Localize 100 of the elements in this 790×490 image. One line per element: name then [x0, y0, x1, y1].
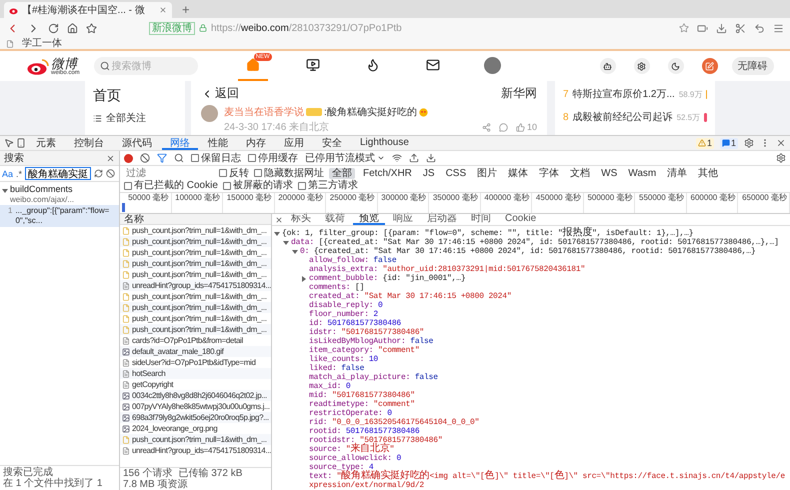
type-filter[interactable]: 字体	[536, 168, 562, 178]
match-case-toggle[interactable]: Aa	[2, 168, 14, 178]
request-name[interactable]: cards?id=O7pPo1Ptb&from=detail	[132, 336, 243, 346]
request-name[interactable]: push_count.json?trim_null=1&with_dm_...	[132, 248, 267, 258]
type-filter[interactable]: JS	[420, 168, 438, 178]
settings-button[interactable]	[634, 58, 650, 74]
bookmark-link[interactable]: 学工一体	[22, 38, 62, 49]
devtools-tab[interactable]: Lighthouse	[352, 136, 417, 150]
refresh-icon[interactable]	[94, 169, 104, 178]
checkbox[interactable]: 反转	[219, 168, 249, 178]
settings-icon[interactable]	[744, 138, 754, 148]
caret-icon[interactable]	[292, 249, 298, 255]
throttling-dropdown[interactable]: 已停用节流模式	[305, 151, 385, 165]
file-icon	[122, 248, 130, 256]
new-tab-button[interactable]: +	[178, 2, 194, 18]
type-filter[interactable]: 清单	[664, 168, 690, 178]
regex-toggle[interactable]: .*	[16, 168, 22, 178]
caret-icon[interactable]	[283, 240, 289, 246]
checkbox[interactable]: 隐藏数据网址	[254, 168, 324, 178]
json-line[interactable]: comment_bubble: {id: "jin_0001",…}	[309, 274, 466, 283]
caret-icon[interactable]	[301, 276, 307, 282]
record-icon[interactable]	[124, 154, 133, 162]
caret-icon[interactable]	[274, 231, 280, 237]
json-line[interactable]: data: [{created_at: "Sat Mar 30 17:46:15 +0800 2024", id: 5017681577380486, rootid: 5017681577380486,…},…]	[291, 238, 779, 247]
devtools-tab[interactable]: 安全	[314, 136, 350, 150]
menu-icon[interactable]	[773, 22, 784, 34]
search-field[interactable]: 酸角糕确实挺	[25, 167, 92, 180]
request-name[interactable]: getCopyright	[132, 380, 174, 390]
search-result-file[interactable]: buildComments	[10, 184, 73, 195]
compose-button[interactable]	[702, 58, 718, 74]
json-line[interactable]: 0: {created_at: "Sat Mar 30 17:46:15 +0800 2024", id: 5017681577380486, rootid: 5017681577380486,…}	[300, 247, 756, 256]
devtools-tab[interactable]: 性能	[200, 136, 236, 150]
clear-icon[interactable]	[140, 153, 150, 163]
filter-icon[interactable]	[157, 153, 167, 163]
checkbox[interactable]: 保留日志	[191, 152, 241, 164]
bot-button[interactable]	[600, 58, 616, 74]
type-filter[interactable]: Wasm	[625, 168, 660, 178]
download-icon[interactable]	[716, 22, 727, 34]
type-filter[interactable]: 媒体	[505, 168, 532, 178]
settings-icon[interactable]	[776, 153, 786, 163]
comment-icon[interactable]	[498, 122, 508, 132]
download-icon[interactable]	[426, 153, 436, 163]
pointer-icon[interactable]	[4, 138, 14, 148]
close-icon[interactable]	[159, 6, 167, 14]
search-icon[interactable]	[174, 153, 184, 163]
clear-icon[interactable]	[106, 169, 116, 178]
checkbox[interactable]: 停用缓存	[248, 152, 298, 164]
request-name[interactable]: push_count.json?trim_null=1&with_dm_...	[132, 270, 267, 280]
type-filter[interactable]: 其他	[695, 168, 722, 178]
close-icon[interactable]	[776, 138, 786, 148]
reload-icon[interactable]	[48, 22, 59, 34]
type-filter[interactable]: Fetch/XHR	[360, 168, 415, 178]
sidebar-item[interactable]: 全部关注	[106, 111, 146, 125]
devtools-tab[interactable]: 控制台	[66, 136, 112, 150]
type-filter[interactable]: CSS	[442, 168, 470, 178]
caret-icon[interactable]	[2, 188, 8, 194]
close-icon[interactable]	[275, 216, 283, 224]
back-link[interactable]: 返回	[215, 85, 239, 102]
search-field[interactable]: 搜索微博	[94, 57, 198, 75]
scissors-icon[interactable]	[735, 22, 746, 34]
battery-icon[interactable]	[697, 22, 708, 34]
search-icon[interactable]	[100, 61, 110, 71]
browser-tab[interactable]: 【#桂海潮谈在中国空... - 微	[4, 2, 172, 18]
accessibility-button[interactable]: 无障碍	[732, 57, 774, 75]
star-icon[interactable]	[86, 22, 97, 34]
request-name[interactable]: unreadHint?group_ids=47541751809314...	[132, 446, 271, 456]
checkbox[interactable]: 有已拦截的 Cookie	[124, 180, 218, 191]
checkbox[interactable]: 第三方请求	[298, 180, 358, 191]
star-icon[interactable]	[679, 23, 689, 33]
request-name[interactable]: push_count.json?trim_null=1&with_dm_...	[132, 226, 267, 236]
wifi-icon[interactable]	[392, 153, 402, 163]
close-icon[interactable]	[106, 154, 115, 162]
request-name[interactable]: push_count.json?trim_null=1&with_dm_...	[132, 292, 267, 302]
devtools-tab[interactable]: 内存	[238, 136, 274, 150]
devtools-tab[interactable]: 源代码	[114, 136, 160, 150]
devtools-tab[interactable]: 应用	[276, 136, 312, 150]
type-filter[interactable]: 文档	[567, 168, 594, 178]
devtools-tab[interactable]: 元素	[28, 136, 64, 150]
json-line[interactable]: {ok: 1, filter_group: [{param: "flow=0", scheme: "", title: "报热度", isDefault: 1},…],…}	[282, 229, 694, 238]
type-filter[interactable]: 全部	[329, 168, 355, 178]
hot-search-item[interactable]: 8 成毅被前经纪公司起诉 52.5万	[563, 110, 700, 124]
warning-counter[interactable]: 1	[696, 138, 714, 148]
url-text[interactable]: https://weibo.com/2810373291/O7pPo1Ptb	[211, 22, 402, 34]
request-name[interactable]: 2024_loveorange_org.png	[132, 424, 218, 434]
message-counter[interactable]: 1	[720, 138, 738, 148]
preview-tab[interactable]: Cookie	[499, 214, 542, 225]
request-name[interactable]: push_count.json?trim_null=1&with_dm_...	[132, 314, 267, 324]
share-icon[interactable]	[482, 122, 491, 132]
request-name[interactable]: sideUser?id=O7pPo1Ptb&idType=mid	[132, 358, 256, 368]
type-filter[interactable]: WS	[598, 168, 620, 178]
theme-button[interactable]	[668, 58, 684, 74]
undo-icon[interactable]	[754, 22, 765, 34]
upload-icon[interactable]	[409, 153, 419, 163]
hot-search-item[interactable]: 7 特斯拉宣布原价1.2万... 58.9万	[563, 87, 702, 101]
phone-icon[interactable]	[16, 138, 26, 148]
devtools-tab[interactable]: 网络	[162, 136, 198, 150]
type-filter[interactable]: 图片	[474, 168, 500, 178]
column-header[interactable]: 名称	[120, 214, 271, 225]
home-icon[interactable]	[67, 22, 78, 34]
checkbox[interactable]: 被屏蔽的请求	[222, 180, 293, 191]
